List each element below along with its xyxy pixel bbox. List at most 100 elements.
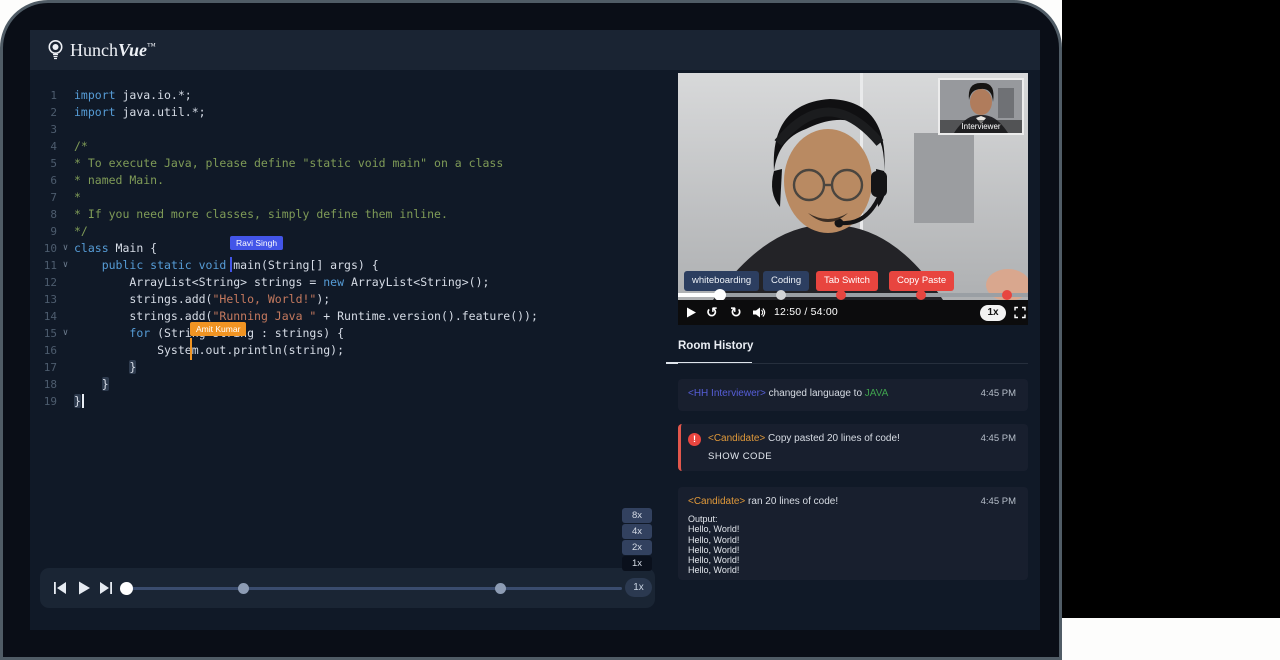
play-button[interactable] [76, 580, 92, 596]
line-number: 9 [30, 223, 57, 240]
skip-end-button[interactable] [98, 580, 114, 596]
code-text: /* [74, 138, 88, 155]
fold-spacer [57, 138, 74, 155]
event-timestamp: 4:45 PM [981, 388, 1016, 399]
video-speed-button[interactable]: 1x [980, 305, 1006, 321]
code-text: */ [74, 223, 88, 240]
timeline-event-marker[interactable] [776, 290, 786, 300]
tab-divider [678, 363, 1028, 364]
tab-room-history[interactable]: Room History [678, 340, 753, 352]
line-number: 12 [30, 274, 57, 291]
code-line: 17 } [30, 359, 678, 376]
show-code-button[interactable]: SHOW CODE [708, 451, 772, 462]
line-number: 11 [30, 257, 57, 274]
playback-bar: 1x [40, 568, 655, 608]
code-text: } [74, 359, 136, 376]
code-line: 16 System.out.println(string); [30, 342, 678, 359]
code-line: 18 } [30, 376, 678, 393]
participant-position-marker[interactable] [495, 583, 506, 594]
line-number: 8 [30, 206, 57, 223]
speed-option-1x[interactable]: 1x [622, 556, 652, 571]
fold-spacer [57, 104, 74, 121]
video-player[interactable]: Interviewer whiteboardingCoding Tab Switc… [678, 73, 1028, 325]
event-badge[interactable]: Copy Paste [889, 271, 954, 291]
code-editor[interactable]: 1import java.io.*;2import java.util.*;34… [30, 70, 678, 630]
event-text: <Candidate> Copy pasted 20 lines of code… [708, 433, 900, 444]
background-void [1062, 0, 1280, 618]
fullscreen-icon[interactable] [1014, 300, 1026, 325]
fold-spacer [57, 87, 74, 104]
fold-spacer [57, 121, 74, 138]
rewind-button[interactable]: ↺ [706, 300, 718, 325]
editor-caret [82, 394, 84, 408]
event-badge[interactable]: whiteboarding [684, 271, 759, 291]
fold-spacer [57, 291, 74, 308]
line-number: 16 [30, 342, 57, 359]
timeline-event-marker[interactable] [1002, 290, 1012, 300]
video-control-bar: ↺ ↻ 12:50 / 54:00 1x [678, 300, 1028, 325]
code-line: 19} [30, 393, 678, 410]
line-number: 18 [30, 376, 57, 393]
history-event-card: <Candidate> Copy pasted 20 lines of code… [678, 424, 1028, 471]
code-text: public static void main(String[] args) { [74, 257, 379, 274]
code-line: 9 */ [30, 223, 678, 240]
event-badge[interactable]: Coding [763, 271, 809, 291]
speed-option-4x[interactable]: 4x [622, 524, 652, 539]
speed-option-8x[interactable]: 8x [622, 508, 652, 523]
code-text: strings.add("Running Java " + Runtime.ve… [74, 308, 538, 325]
line-number: 13 [30, 291, 57, 308]
brand-name: HunchVue™ [70, 40, 156, 61]
interviewer-pip-video[interactable]: Interviewer [938, 78, 1024, 135]
remote-cursor-label: Amit Kumar [190, 322, 246, 336]
code-text: System.out.println(string); [74, 342, 344, 359]
fold-spacer [57, 206, 74, 223]
code-line: 14 strings.add("Running Java " + Runtime… [30, 308, 678, 325]
code-text: ArrayList<String> strings = new ArrayLis… [74, 274, 489, 291]
fold-spacer [57, 189, 74, 206]
timeline-event-marker[interactable] [916, 290, 926, 300]
fold-chevron-icon[interactable]: ∨ [57, 257, 74, 274]
skip-start-button[interactable] [52, 580, 68, 596]
volume-icon[interactable] [752, 300, 766, 325]
tablet-frame: HunchVue™ 1import java.io.*;2import java… [0, 0, 1062, 660]
fold-chevron-icon[interactable]: ∨ [57, 325, 74, 342]
playback-slider-thumb[interactable] [120, 582, 133, 595]
app-header: HunchVue™ [30, 30, 1040, 70]
video-progress-bar[interactable] [678, 293, 1028, 297]
playback-slider[interactable] [126, 587, 622, 591]
brand-logo: HunchVue™ [46, 38, 156, 62]
line-number: 4 [30, 138, 57, 155]
video-play-button[interactable] [686, 300, 697, 325]
fold-spacer [57, 376, 74, 393]
participant-position-marker[interactable] [238, 583, 249, 594]
code-line: 7* [30, 189, 678, 206]
code-line: 13 strings.add("Hello, World!"); [30, 291, 678, 308]
code-line: 4 /* [30, 138, 678, 155]
code-text: strings.add("Hello, World!"); [74, 291, 330, 308]
speed-menu: 8x4x2x1x [622, 508, 652, 572]
code-line: 5 * To execute Java, please define "stati… [30, 155, 678, 172]
code-line: 3 [30, 121, 678, 138]
code-line: 6* named Main. [30, 172, 678, 189]
event-text: <Candidate> ran 20 lines of code! [688, 496, 838, 507]
code-line: 8 * If you need more classes, simply defi… [30, 206, 678, 223]
line-number: 15 [30, 325, 57, 342]
remote-cursor-caret [190, 338, 192, 360]
code-text: import java.io.*; [74, 87, 192, 104]
fold-chevron-icon[interactable]: ∨ [57, 240, 74, 257]
forward-button[interactable]: ↻ [730, 300, 742, 325]
speed-option-2x[interactable]: 2x [622, 540, 652, 555]
code-text: * To execute Java, please define "static… [74, 155, 503, 172]
line-number: 10 [30, 240, 57, 257]
speed-button[interactable]: 1x [625, 578, 652, 597]
fold-spacer [57, 308, 74, 325]
line-number: 17 [30, 359, 57, 376]
line-number: 3 [30, 121, 57, 138]
event-text: <HH Interviewer> changed language to JAV… [688, 388, 888, 399]
event-badge[interactable]: Tab Switch [816, 271, 878, 291]
code-text: * If you need more classes, simply defin… [74, 206, 448, 223]
line-number: 5 [30, 155, 57, 172]
remote-cursor-label: Ravi Singh [230, 236, 283, 250]
fold-spacer [57, 172, 74, 189]
code-line: 1import java.io.*; [30, 87, 678, 104]
